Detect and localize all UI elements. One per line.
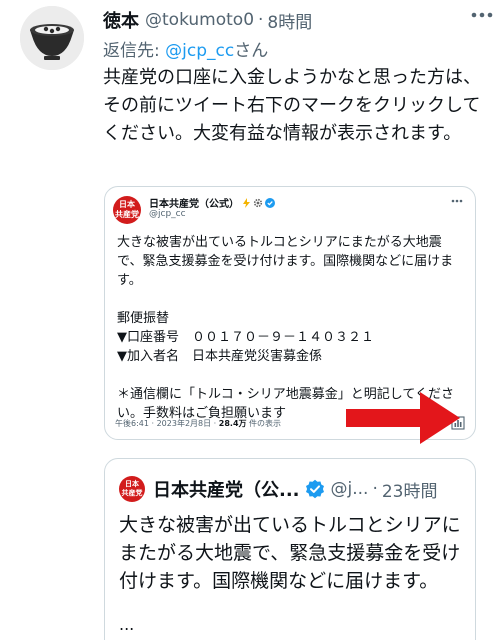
screenshot-more-icon: [451, 199, 463, 203]
author-handle[interactable]: @tokumoto0: [145, 10, 254, 30]
reply-suffix: さん: [234, 41, 269, 61]
screenshot-meta-suffix: 件の表示: [246, 419, 282, 428]
separator-dot: ·: [372, 479, 378, 499]
more-horizontal-icon[interactable]: [471, 12, 493, 18]
quoted-author-name: 日本共産党（公...: [153, 480, 300, 501]
jcp-logo-text: 日本 共産党: [121, 480, 143, 497]
screenshot-line: ▼加入者名 日本共産党災害募金係: [117, 349, 322, 364]
verified-badge-icon: [265, 197, 275, 208]
author-name[interactable]: 徳本: [103, 7, 139, 33]
screenshot-handle: @jcp_cc: [149, 209, 186, 219]
reply-to-line: 返信先: @jcp_ccさん: [103, 36, 268, 61]
screenshot-author-name: 日本共産党（公式）: [149, 199, 239, 210]
quoted-tweet-text: 大きな被害が出ているトルコとシリアにまたがる大地震で、緊急支援募金を受け付けます…: [119, 514, 461, 592]
screenshot-line: 郵便振替: [117, 311, 170, 326]
author-avatar[interactable]: [20, 6, 84, 70]
screenshot-badges: [242, 197, 275, 208]
red-arrow-annotation: [346, 392, 460, 444]
screenshot-author: 日本共産党（公式）: [149, 195, 275, 210]
screenshot-line: [117, 290, 467, 309]
tweet-time[interactable]: 8時間: [267, 8, 312, 33]
quoted-tweet[interactable]: 日本 共産党 日本共産党（公... @j... · 23時間 大きな被害が出ている…: [104, 458, 476, 640]
tweet-header: 徳本 @tokumoto0 · 8時間: [103, 6, 488, 34]
gear-icon: [253, 198, 263, 207]
verified-badge-icon: [305, 479, 324, 499]
jcp-logo: 日本 共産党: [119, 476, 145, 502]
bowl-avatar-icon: [20, 6, 84, 70]
screenshot-line: ▼口座番号 ００１７０－９－１４０３２１: [117, 330, 374, 345]
quoted-ellipsis: ...: [119, 615, 135, 634]
separator-dot: ·: [258, 10, 264, 30]
quoted-author-handle: @j...: [330, 479, 369, 499]
quoted-time: 23時間: [381, 481, 438, 502]
screenshot-meta-views: 28.4万: [218, 419, 247, 428]
screenshot-meta-date: 午後6:41 · 2023年2月8日 ·: [115, 419, 219, 428]
reply-mention-link[interactable]: @jcp_cc: [165, 41, 234, 61]
jcp-logo: 日本 共産党: [113, 196, 141, 224]
tweet-text: 共産党の口座に入金しようかなと思った方は、その前にツイート右下のマークをクリック…: [103, 67, 481, 144]
screenshot-line: 大きな被害が出ているトルコとシリアにまたがる大地震で、緊急支援募金を受け付けます…: [117, 235, 454, 288]
jcp-logo-text: 日本 共産党: [115, 200, 139, 219]
quoted-tweet-header: 日本 共産党 日本共産党（公... @j... · 23時間: [119, 475, 469, 503]
screenshot-meta: 午後6:41 · 2023年2月8日 · 28.4万 件の表示: [115, 418, 281, 429]
lightning-icon: [243, 197, 250, 208]
screenshot-line: [117, 366, 467, 385]
reply-prefix: 返信先:: [103, 41, 166, 61]
